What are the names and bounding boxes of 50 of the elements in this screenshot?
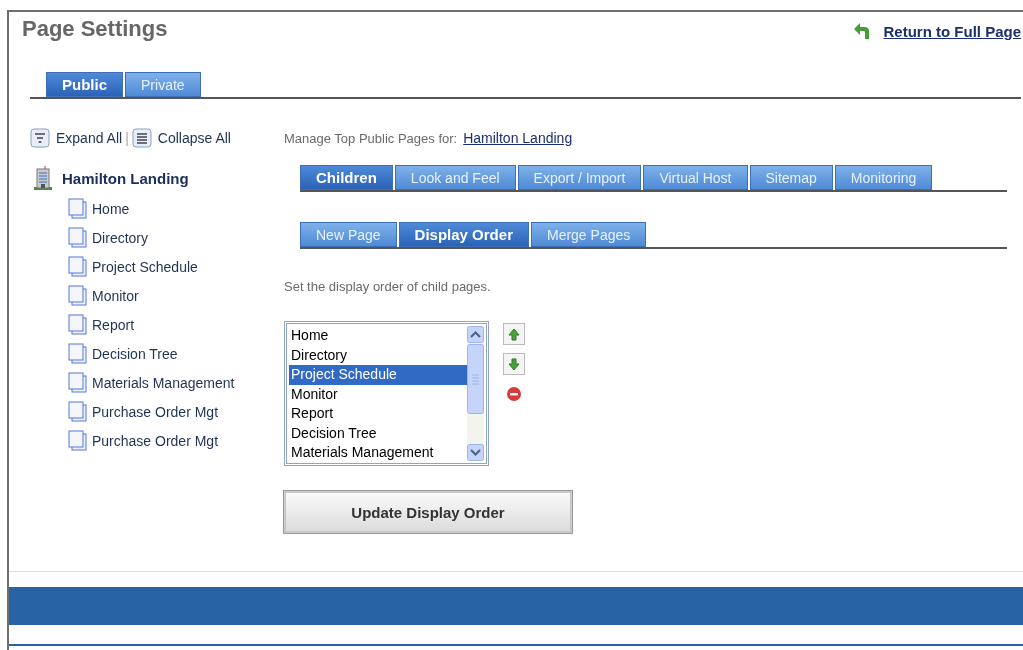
building-icon [32, 165, 54, 191]
tab[interactable]: Public [46, 72, 123, 97]
page-icon [68, 372, 88, 394]
page-icon [68, 314, 88, 336]
page-icon [68, 256, 88, 278]
list-option[interactable]: Project Schedule [289, 365, 467, 385]
page-icon [68, 227, 88, 249]
collapse-icon [131, 128, 152, 148]
scroll-down-icon [467, 444, 484, 461]
tree-item[interactable]: Monitor [68, 285, 284, 307]
page-title: Page Settings [22, 16, 168, 42]
list-option[interactable]: Materials Management [289, 443, 467, 461]
tree-item[interactable]: Directory [68, 227, 284, 249]
minus-circle-icon [506, 385, 522, 403]
site-link[interactable]: Hamilton Landing [463, 130, 573, 146]
scrollbar[interactable] [467, 326, 484, 461]
page-icon [68, 401, 88, 423]
tree-root-item[interactable]: Hamilton Landing [62, 169, 189, 187]
list-option[interactable]: Directory [289, 345, 467, 365]
page-icon [68, 343, 88, 365]
page-icon [68, 285, 88, 307]
down-arrow-icon [506, 355, 522, 373]
separator: | [125, 130, 129, 146]
collapse-all-link[interactable]: Collapse All [131, 128, 231, 148]
list-option[interactable]: Home [289, 326, 467, 346]
update-display-order-button[interactable]: Update Display Order [284, 491, 572, 533]
page-icon [68, 198, 88, 220]
scroll-up-icon [467, 326, 484, 343]
move-up-button[interactable] [503, 323, 525, 345]
tab[interactable]: Children [300, 165, 393, 190]
page-order-listbox[interactable]: Home Directory Project Schedule Monitor Report Decision Tree Materials Management [284, 321, 489, 466]
instruction-text: Set the display order of child pages. [284, 279, 492, 294]
move-down-button[interactable] [503, 353, 525, 375]
scroll-thumb-icon [467, 344, 484, 414]
tree-item[interactable]: Purchase Order Mgt [68, 430, 284, 452]
tree-item[interactable]: Purchase Order Mgt [68, 401, 284, 423]
list-option[interactable]: Monitor [289, 384, 467, 404]
tree-item[interactable]: Report [68, 314, 284, 336]
tree-item[interactable]: Home [68, 198, 284, 220]
list-option[interactable]: Report [289, 404, 467, 424]
page-icon [68, 430, 88, 452]
tab[interactable]: Display Order [398, 222, 529, 247]
return-link[interactable]: Return to Full Page [883, 22, 1021, 40]
manage-label: Manage Top Public Pages for: [284, 130, 458, 146]
list-option[interactable]: Decision Tree [289, 423, 467, 443]
tree-item[interactable]: Materials Management [68, 372, 284, 394]
expand-all-link[interactable]: Expand All [30, 128, 123, 148]
tree-item[interactable]: Decision Tree [68, 343, 284, 365]
tree-item[interactable]: Project Schedule [68, 256, 284, 278]
expand-icon [30, 128, 50, 148]
